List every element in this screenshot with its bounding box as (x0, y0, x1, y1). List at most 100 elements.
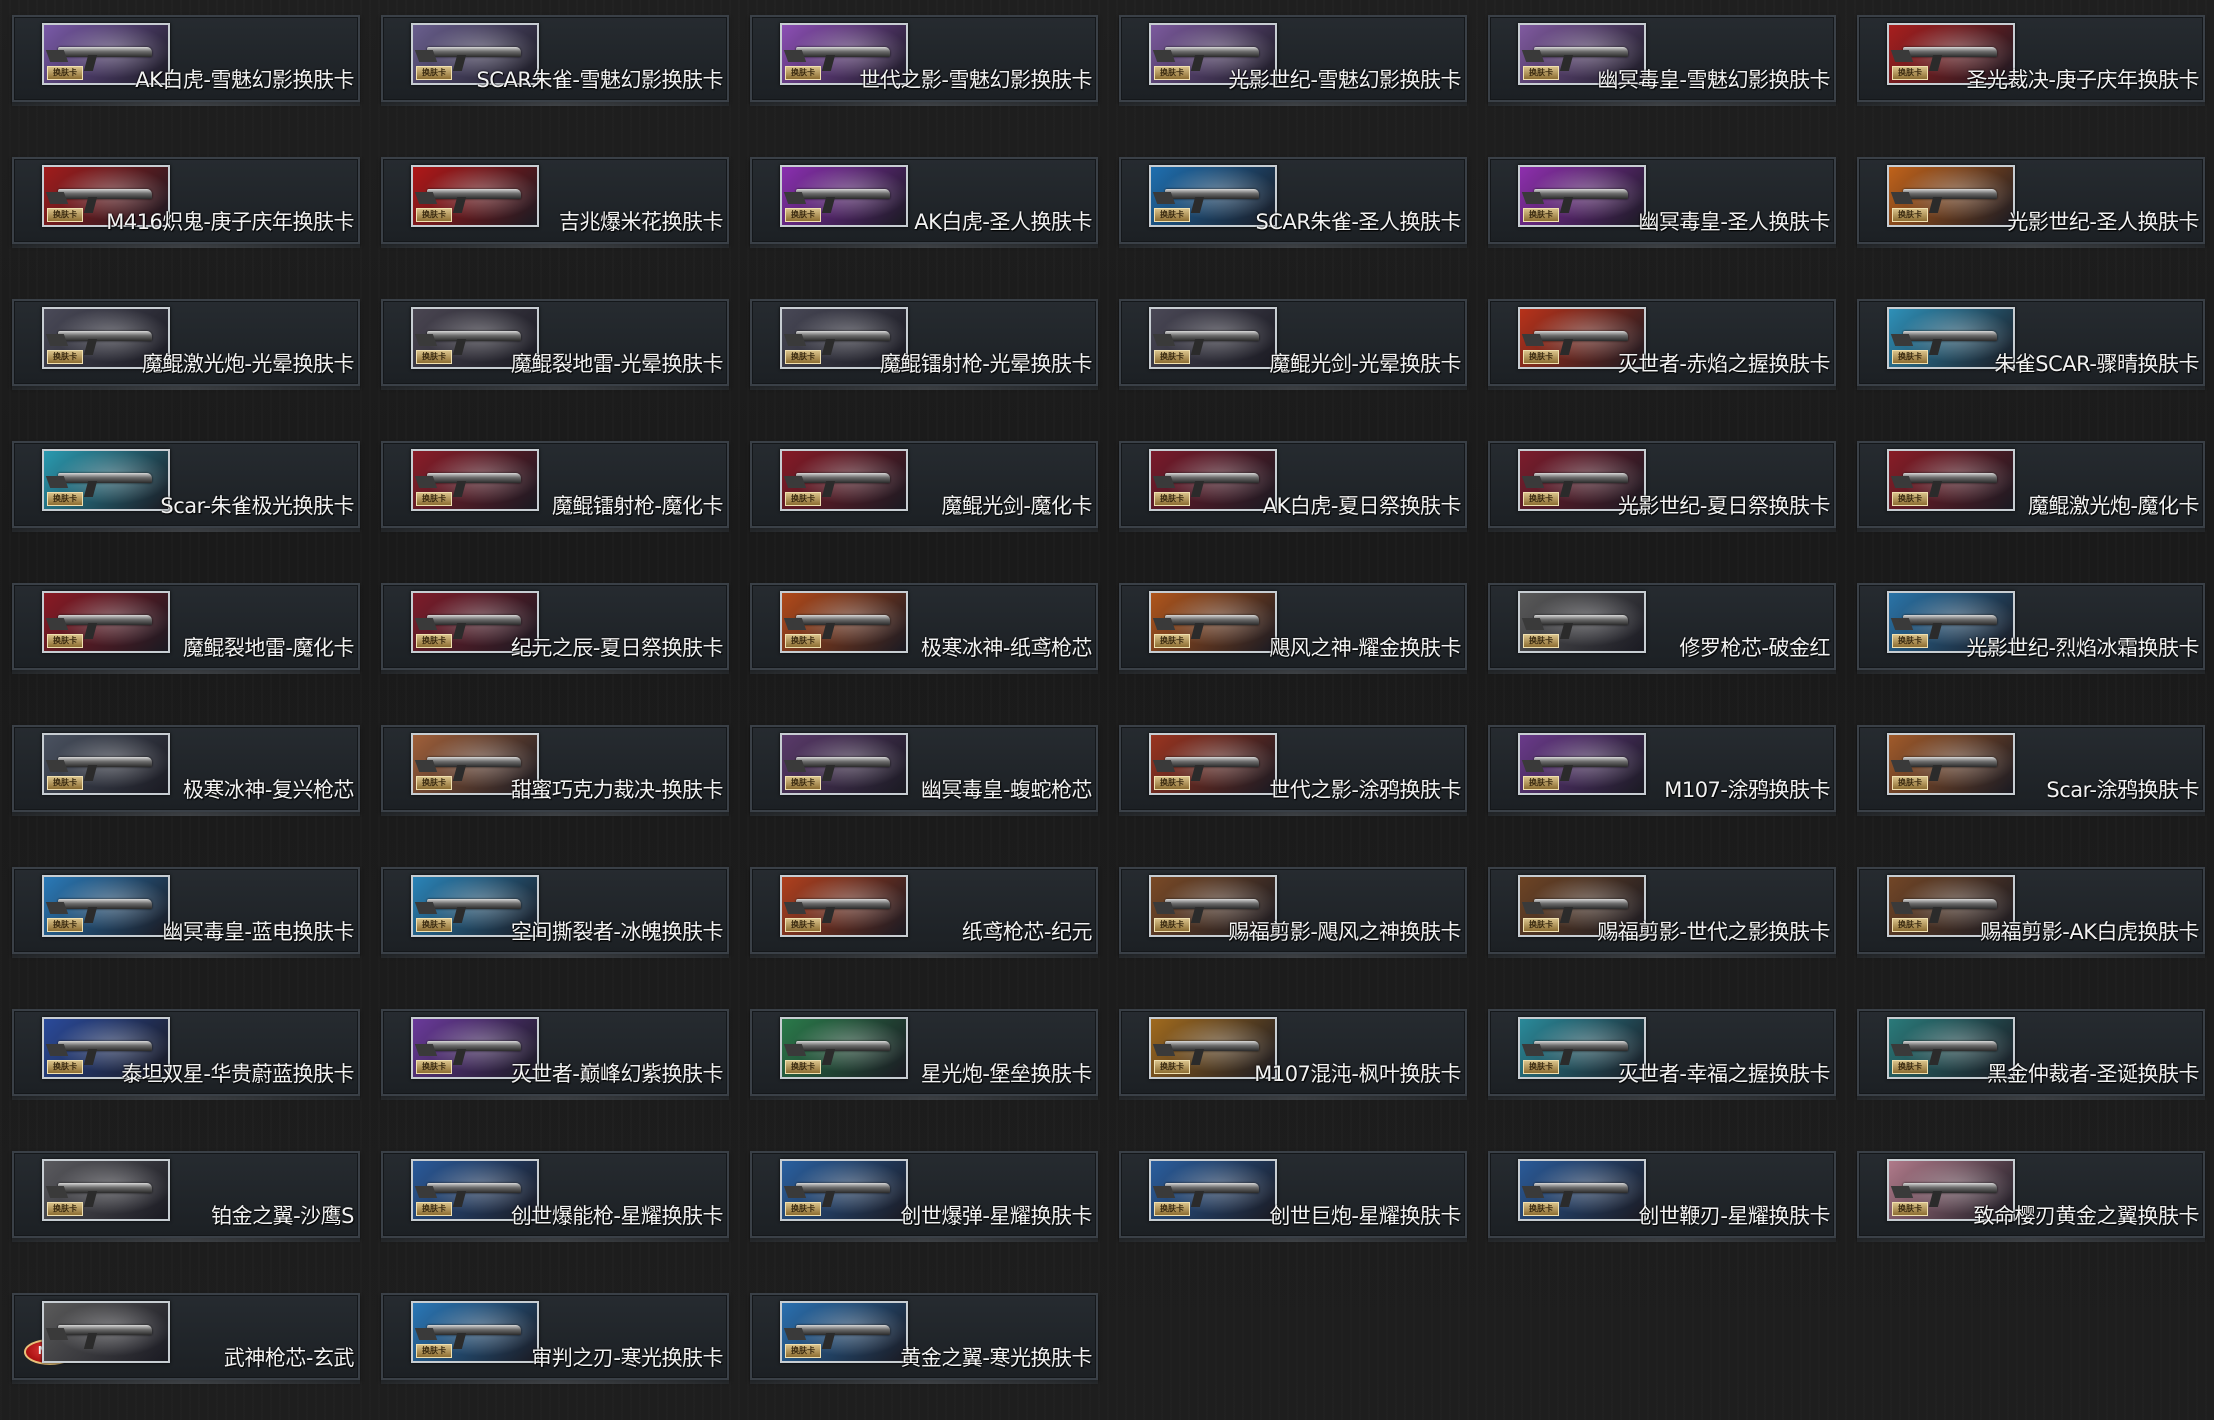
weapon-icon (1534, 47, 1628, 57)
weapon-icon (1165, 189, 1259, 199)
skin-card-tag: 换肤卡 (1892, 1060, 1928, 1074)
skin-card[interactable]: 换肤卡 创世爆弹-星耀换肤卡 (750, 1151, 1098, 1242)
skin-card[interactable]: 换肤卡 Scar-朱雀极光换肤卡 (12, 441, 360, 532)
skin-card-tag: 换肤卡 (416, 492, 452, 506)
skin-card[interactable]: 换肤卡 魔鲲光剑-魔化卡 (750, 441, 1098, 532)
skin-card[interactable]: 换肤卡 黑金仲裁者-圣诞换肤卡 (1857, 1009, 2205, 1100)
skin-card-label: SCAR朱雀-雪魅幻影换肤卡 (476, 68, 723, 92)
skin-card[interactable]: 换肤卡 灭世者-赤焰之握换肤卡 (1488, 299, 1836, 390)
skin-card-label: 修罗枪芯-破金红 (1679, 636, 1830, 660)
skin-card[interactable]: 换肤卡 赐福剪影-世代之影换肤卡 (1488, 867, 1836, 958)
skin-card[interactable]: 换肤卡 灭世者-幸福之握换肤卡 (1488, 1009, 1836, 1100)
weapon-icon (427, 899, 521, 909)
skin-card[interactable]: 换肤卡 圣光裁决-庚子庆年换肤卡 (1857, 15, 2205, 106)
skin-card[interactable]: 换肤卡 光影世纪-夏日祭换肤卡 (1488, 441, 1836, 532)
skin-card[interactable]: 换肤卡 纪元之辰-夏日祭换肤卡 (381, 583, 729, 674)
weapon-icon (1165, 1183, 1259, 1193)
skin-card-inventory: 换肤卡 AK白虎-雪魅幻影换肤卡 换肤卡 SCAR朱雀-雪魅幻影换肤卡 换肤卡 世代之影-… (0, 0, 2214, 1420)
skin-card-cell: 换肤卡 灭世者-幸福之握换肤卡 (1476, 994, 1845, 1136)
skin-card[interactable]: NSL武神枪芯-玄武 (12, 1293, 360, 1384)
skin-card[interactable]: 换肤卡 修罗枪芯-破金红 (1488, 583, 1836, 674)
skin-card-label: 吉兆爆米花换肤卡 (559, 210, 724, 234)
skin-card[interactable]: 换肤卡 魔鲲激光炮-光晕换肤卡 (12, 299, 360, 390)
skin-card[interactable]: 换肤卡 世代之影-雪魅幻影换肤卡 (750, 15, 1098, 106)
skin-card-tag: 换肤卡 (416, 634, 452, 648)
skin-card[interactable]: 换肤卡 世代之影-涂鸦换肤卡 (1119, 725, 1467, 816)
skin-card-tag: 换肤卡 (1523, 1202, 1559, 1216)
skin-card[interactable]: 换肤卡 AK白虎-圣人换肤卡 (750, 157, 1098, 248)
skin-card[interactable]: 换肤卡 SCAR朱雀-圣人换肤卡 (1119, 157, 1467, 248)
skin-card[interactable]: 换肤卡 魔鲲镭射枪-光晕换肤卡 (750, 299, 1098, 390)
skin-card[interactable]: 换肤卡 赐福剪影-飓风之神换肤卡 (1119, 867, 1467, 958)
skin-card[interactable]: 换肤卡 飓风之神-耀金换肤卡 (1119, 583, 1467, 674)
skin-card[interactable]: 换肤卡 灭世者-巅峰幻紫换肤卡 (381, 1009, 729, 1100)
skin-card[interactable]: 换肤卡 AK白虎-雪魅幻影换肤卡 (12, 15, 360, 106)
skin-card[interactable]: 换肤卡 魔鲲激光炮-魔化卡 (1857, 441, 2205, 532)
skin-card[interactable]: 换肤卡 光影世纪-雪魅幻影换肤卡 (1119, 15, 1467, 106)
skin-card-label: 灭世者-巅峰幻紫换肤卡 (510, 1062, 724, 1086)
skin-card-cell: 换肤卡 魔鲲裂地雷-魔化卡 (0, 568, 369, 710)
weapon-icon (58, 899, 152, 909)
skin-card[interactable]: 换肤卡 泰坦双星-华贵蔚蓝换肤卡 (12, 1009, 360, 1100)
skin-card[interactable]: 换肤卡 审判之刃-寒光换肤卡 (381, 1293, 729, 1384)
skin-card-thumbnail: 换肤卡 (42, 449, 170, 511)
skin-card-cell: 换肤卡 幽冥毒皇-圣人换肤卡 (1476, 142, 1845, 284)
skin-card[interactable]: 换肤卡 魔鲲光剑-光晕换肤卡 (1119, 299, 1467, 390)
skin-card[interactable]: 换肤卡 M107混沌-枫叶换肤卡 (1119, 1009, 1467, 1100)
skin-card[interactable]: 换肤卡 幽冥毒皇-蝮蛇枪芯 (750, 725, 1098, 816)
skin-card[interactable]: 换肤卡 创世巨炮-星耀换肤卡 (1119, 1151, 1467, 1242)
skin-card[interactable]: 换肤卡 铂金之翼-沙鹰S (12, 1151, 360, 1242)
skin-card[interactable]: 换肤卡 幽冥毒皇-雪魅幻影换肤卡 (1488, 15, 1836, 106)
skin-card[interactable]: 换肤卡 光影世纪-烈焰冰霜换肤卡 (1857, 583, 2205, 674)
skin-card-cell: 换肤卡 纸鸢枪芯-纪元 (738, 852, 1107, 994)
skin-card[interactable]: 换肤卡 M416炽鬼-庚子庆年换肤卡 (12, 157, 360, 248)
skin-card-cell: 换肤卡 魔鲲激光炮-光晕换肤卡 (0, 284, 369, 426)
skin-card[interactable]: 换肤卡 SCAR朱雀-雪魅幻影换肤卡 (381, 15, 729, 106)
skin-card[interactable]: 换肤卡 魔鲲镭射枪-魔化卡 (381, 441, 729, 532)
weapon-icon (1534, 757, 1628, 767)
skin-card[interactable]: 换肤卡 星光炮-堡垒换肤卡 (750, 1009, 1098, 1100)
skin-card[interactable]: 换肤卡 魔鲲裂地雷-光晕换肤卡 (381, 299, 729, 390)
weapon-icon (796, 899, 890, 909)
skin-card-cell: 换肤卡 黄金之翼-寒光换肤卡 (738, 1278, 1107, 1420)
skin-card-tag: 换肤卡 (416, 1344, 452, 1358)
skin-card[interactable]: 换肤卡 AK白虎-夏日祭换肤卡 (1119, 441, 1467, 532)
weapon-icon (427, 615, 521, 625)
skin-card[interactable]: 换肤卡 致命樱刃黄金之翼换肤卡 (1857, 1151, 2205, 1242)
skin-card-cell: 换肤卡 Scar-涂鸦换肤卡 (1845, 710, 2214, 852)
skin-card[interactable]: 换肤卡 创世鞭刃-星耀换肤卡 (1488, 1151, 1836, 1242)
skin-card-cell: 换肤卡 修罗枪芯-破金红 (1476, 568, 1845, 710)
skin-card[interactable]: 换肤卡 纸鸢枪芯-纪元 (750, 867, 1098, 958)
skin-card-thumbnail: 换肤卡 (42, 591, 170, 653)
skin-card[interactable]: 换肤卡 魔鲲裂地雷-魔化卡 (12, 583, 360, 674)
skin-card-cell: 换肤卡 M107-涂鸦换肤卡 (1476, 710, 1845, 852)
skin-card[interactable]: 换肤卡 吉兆爆米花换肤卡 (381, 157, 729, 248)
skin-card-label: 魔鲲镭射枪-光晕换肤卡 (879, 352, 1093, 376)
weapon-icon (1534, 1041, 1628, 1051)
skin-card[interactable]: 换肤卡 极寒冰神-复兴枪芯 (12, 725, 360, 816)
skin-card-label: M107-涂鸦换肤卡 (1664, 778, 1830, 802)
skin-card-cell: 换肤卡 致命樱刃黄金之翼换肤卡 (1845, 1136, 2214, 1278)
skin-card-label: 极寒冰神-纸鸢枪芯 (920, 636, 1093, 660)
skin-card[interactable]: 换肤卡 赐福剪影-AK白虎换肤卡 (1857, 867, 2205, 958)
skin-card[interactable]: 换肤卡 M107-涂鸦换肤卡 (1488, 725, 1836, 816)
skin-card-tag: 换肤卡 (1892, 776, 1928, 790)
skin-card[interactable]: 换肤卡 光影世纪-圣人换肤卡 (1857, 157, 2205, 248)
skin-card-tag: 换肤卡 (47, 492, 83, 506)
skin-card-thumbnail: 换肤卡 (780, 733, 908, 795)
skin-card[interactable]: 换肤卡 幽冥毒皇-蓝电换肤卡 (12, 867, 360, 958)
skin-card[interactable]: 换肤卡 黄金之翼-寒光换肤卡 (750, 1293, 1098, 1384)
skin-card[interactable]: 换肤卡 朱雀SCAR-骤晴换肤卡 (1857, 299, 2205, 390)
skin-card-label: AK白虎-雪魅幻影换肤卡 (135, 68, 354, 92)
skin-card[interactable]: 换肤卡 极寒冰神-纸鸢枪芯 (750, 583, 1098, 674)
skin-card[interactable]: 换肤卡 空间撕裂者-冰魄换肤卡 (381, 867, 729, 958)
skin-card-tag: 换肤卡 (1892, 350, 1928, 364)
weapon-icon (58, 1183, 152, 1193)
skin-card[interactable]: 换肤卡 幽冥毒皇-圣人换肤卡 (1488, 157, 1836, 248)
skin-card[interactable]: 换肤卡 Scar-涂鸦换肤卡 (1857, 725, 2205, 816)
skin-card[interactable]: 换肤卡 甜蜜巧克力裁决-换肤卡 (381, 725, 729, 816)
skin-card-label: 光影世纪-圣人换肤卡 (2007, 210, 2199, 234)
weapon-icon (1165, 331, 1259, 341)
skin-card[interactable]: 换肤卡 创世爆能枪-星耀换肤卡 (381, 1151, 729, 1242)
skin-card-tag: 换肤卡 (416, 918, 452, 932)
